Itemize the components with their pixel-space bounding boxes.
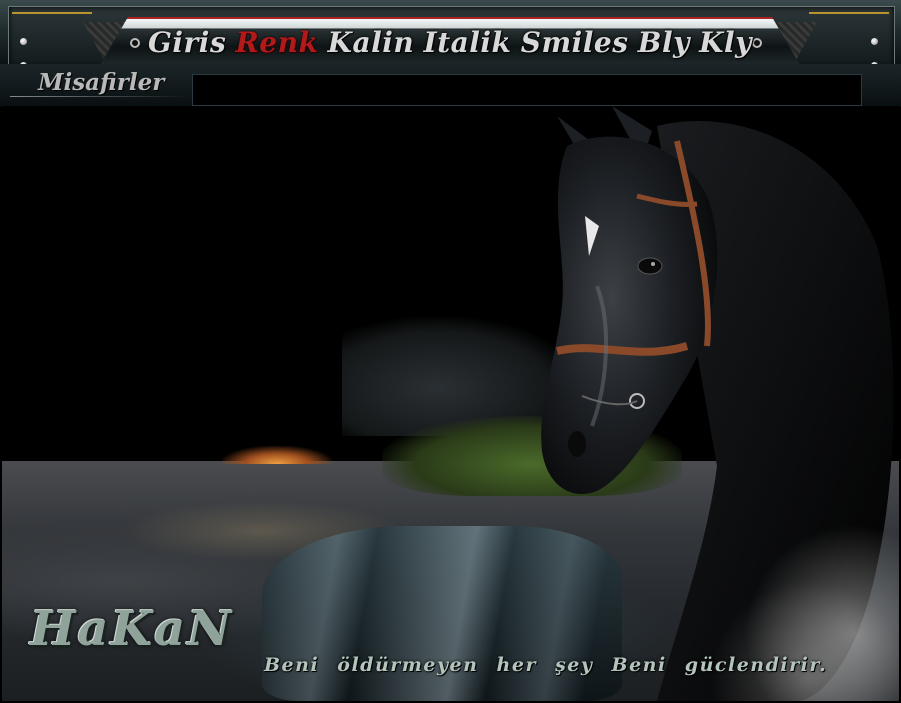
menu-item-bly[interactable]: Bly [638, 26, 690, 59]
guest-list-label: Misafirler [38, 69, 165, 96]
toolbar-menu: Giris Renk Kalin Italik Smiles Bly Kly [130, 20, 770, 64]
menu-item-italik[interactable]: Italik [424, 26, 512, 59]
sunset-glow [222, 446, 332, 464]
gold-trim-left [12, 12, 92, 14]
menu-item-kly[interactable]: Kly [699, 26, 752, 59]
screw-icon [871, 38, 878, 45]
signature-name: HaKaN [30, 601, 234, 657]
guest-list-box[interactable] [192, 74, 862, 106]
menu-item-kalin[interactable]: Kalin [328, 26, 415, 59]
menu-item-renk[interactable]: Renk [236, 26, 319, 59]
guest-label-underline [10, 96, 190, 97]
gold-trim-right [809, 12, 889, 14]
menu-item-smiles[interactable]: Smiles [521, 26, 629, 59]
background-scene: HaKaN Beni öldürmeyen her şey Beni gücle… [2, 106, 899, 701]
app-frame: Giris Renk Kalin Italik Smiles Bly Kly M… [0, 0, 901, 703]
menu-item-giris[interactable]: Giris [148, 26, 226, 59]
top-chrome: Giris Renk Kalin Italik Smiles Bly Kly M… [0, 0, 901, 107]
screw-icon [20, 38, 27, 45]
signature-tagline: Beni öldürmeyen her şey Beni güclendirir… [264, 654, 828, 676]
